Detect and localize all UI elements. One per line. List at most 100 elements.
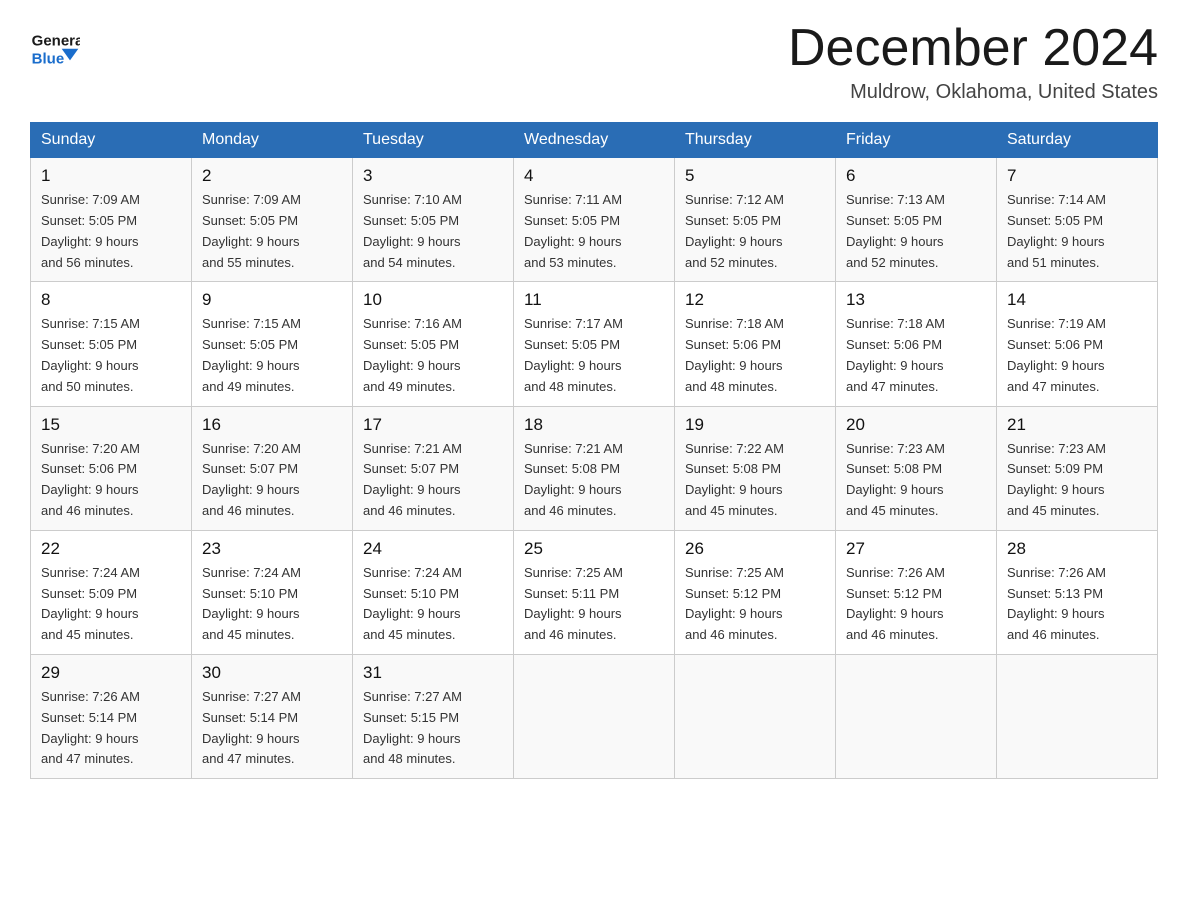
day-number: 23 (202, 539, 342, 559)
day-number: 22 (41, 539, 181, 559)
weekday-header-saturday: Saturday (997, 123, 1158, 158)
day-info: Sunrise: 7:15 AM Sunset: 5:05 PM Dayligh… (41, 314, 181, 397)
day-info: Sunrise: 7:23 AM Sunset: 5:08 PM Dayligh… (846, 439, 986, 522)
day-number: 17 (363, 415, 503, 435)
calendar-cell: 16 Sunrise: 7:20 AM Sunset: 5:07 PM Dayl… (192, 406, 353, 530)
calendar-cell: 9 Sunrise: 7:15 AM Sunset: 5:05 PM Dayli… (192, 282, 353, 406)
calendar-cell: 6 Sunrise: 7:13 AM Sunset: 5:05 PM Dayli… (836, 158, 997, 282)
calendar-table: SundayMondayTuesdayWednesdayThursdayFrid… (30, 122, 1158, 779)
day-info: Sunrise: 7:11 AM Sunset: 5:05 PM Dayligh… (524, 190, 664, 273)
calendar-title: December 2024 (788, 20, 1158, 77)
svg-text:General: General (32, 32, 80, 49)
day-number: 11 (524, 290, 664, 310)
day-info: Sunrise: 7:09 AM Sunset: 5:05 PM Dayligh… (41, 190, 181, 273)
calendar-cell: 21 Sunrise: 7:23 AM Sunset: 5:09 PM Dayl… (997, 406, 1158, 530)
calendar-cell: 2 Sunrise: 7:09 AM Sunset: 5:05 PM Dayli… (192, 158, 353, 282)
calendar-cell: 18 Sunrise: 7:21 AM Sunset: 5:08 PM Dayl… (514, 406, 675, 530)
day-info: Sunrise: 7:21 AM Sunset: 5:07 PM Dayligh… (363, 439, 503, 522)
calendar-cell: 3 Sunrise: 7:10 AM Sunset: 5:05 PM Dayli… (353, 158, 514, 282)
week-row-5: 29 Sunrise: 7:26 AM Sunset: 5:14 PM Dayl… (31, 654, 1158, 778)
calendar-cell: 25 Sunrise: 7:25 AM Sunset: 5:11 PM Dayl… (514, 530, 675, 654)
weekday-header-monday: Monday (192, 123, 353, 158)
calendar-cell: 1 Sunrise: 7:09 AM Sunset: 5:05 PM Dayli… (31, 158, 192, 282)
day-number: 1 (41, 166, 181, 186)
calendar-cell: 24 Sunrise: 7:24 AM Sunset: 5:10 PM Dayl… (353, 530, 514, 654)
day-number: 25 (524, 539, 664, 559)
day-number: 5 (685, 166, 825, 186)
day-number: 15 (41, 415, 181, 435)
day-number: 12 (685, 290, 825, 310)
day-info: Sunrise: 7:21 AM Sunset: 5:08 PM Dayligh… (524, 439, 664, 522)
day-number: 7 (1007, 166, 1147, 186)
calendar-cell: 13 Sunrise: 7:18 AM Sunset: 5:06 PM Dayl… (836, 282, 997, 406)
day-number: 26 (685, 539, 825, 559)
day-info: Sunrise: 7:18 AM Sunset: 5:06 PM Dayligh… (846, 314, 986, 397)
weekday-header-wednesday: Wednesday (514, 123, 675, 158)
day-info: Sunrise: 7:25 AM Sunset: 5:12 PM Dayligh… (685, 563, 825, 646)
weekday-header-thursday: Thursday (675, 123, 836, 158)
day-info: Sunrise: 7:19 AM Sunset: 5:06 PM Dayligh… (1007, 314, 1147, 397)
title-section: December 2024 Muldrow, Oklahoma, United … (788, 20, 1158, 104)
day-number: 18 (524, 415, 664, 435)
day-info: Sunrise: 7:13 AM Sunset: 5:05 PM Dayligh… (846, 190, 986, 273)
day-info: Sunrise: 7:26 AM Sunset: 5:14 PM Dayligh… (41, 687, 181, 770)
calendar-cell: 7 Sunrise: 7:14 AM Sunset: 5:05 PM Dayli… (997, 158, 1158, 282)
calendar-cell: 29 Sunrise: 7:26 AM Sunset: 5:14 PM Dayl… (31, 654, 192, 778)
calendar-cell: 15 Sunrise: 7:20 AM Sunset: 5:06 PM Dayl… (31, 406, 192, 530)
weekday-header-row: SundayMondayTuesdayWednesdayThursdayFrid… (31, 123, 1158, 158)
calendar-cell: 12 Sunrise: 7:18 AM Sunset: 5:06 PM Dayl… (675, 282, 836, 406)
day-info: Sunrise: 7:16 AM Sunset: 5:05 PM Dayligh… (363, 314, 503, 397)
weekday-header-sunday: Sunday (31, 123, 192, 158)
page-header: General Blue December 2024 Muldrow, Okla… (30, 20, 1158, 104)
day-number: 30 (202, 663, 342, 683)
day-info: Sunrise: 7:24 AM Sunset: 5:10 PM Dayligh… (202, 563, 342, 646)
calendar-cell: 20 Sunrise: 7:23 AM Sunset: 5:08 PM Dayl… (836, 406, 997, 530)
day-number: 10 (363, 290, 503, 310)
week-row-2: 8 Sunrise: 7:15 AM Sunset: 5:05 PM Dayli… (31, 282, 1158, 406)
day-number: 24 (363, 539, 503, 559)
day-number: 16 (202, 415, 342, 435)
calendar-cell: 30 Sunrise: 7:27 AM Sunset: 5:14 PM Dayl… (192, 654, 353, 778)
day-number: 3 (363, 166, 503, 186)
day-info: Sunrise: 7:24 AM Sunset: 5:10 PM Dayligh… (363, 563, 503, 646)
day-number: 2 (202, 166, 342, 186)
day-info: Sunrise: 7:20 AM Sunset: 5:06 PM Dayligh… (41, 439, 181, 522)
day-number: 21 (1007, 415, 1147, 435)
calendar-cell: 23 Sunrise: 7:24 AM Sunset: 5:10 PM Dayl… (192, 530, 353, 654)
day-info: Sunrise: 7:09 AM Sunset: 5:05 PM Dayligh… (202, 190, 342, 273)
calendar-cell: 27 Sunrise: 7:26 AM Sunset: 5:12 PM Dayl… (836, 530, 997, 654)
day-number: 19 (685, 415, 825, 435)
calendar-cell (997, 654, 1158, 778)
weekday-header-friday: Friday (836, 123, 997, 158)
week-row-1: 1 Sunrise: 7:09 AM Sunset: 5:05 PM Dayli… (31, 158, 1158, 282)
svg-text:Blue: Blue (32, 51, 65, 68)
day-info: Sunrise: 7:12 AM Sunset: 5:05 PM Dayligh… (685, 190, 825, 273)
calendar-cell: 5 Sunrise: 7:12 AM Sunset: 5:05 PM Dayli… (675, 158, 836, 282)
calendar-cell: 26 Sunrise: 7:25 AM Sunset: 5:12 PM Dayl… (675, 530, 836, 654)
calendar-cell (836, 654, 997, 778)
day-info: Sunrise: 7:10 AM Sunset: 5:05 PM Dayligh… (363, 190, 503, 273)
week-row-3: 15 Sunrise: 7:20 AM Sunset: 5:06 PM Dayl… (31, 406, 1158, 530)
day-number: 27 (846, 539, 986, 559)
calendar-cell: 14 Sunrise: 7:19 AM Sunset: 5:06 PM Dayl… (997, 282, 1158, 406)
day-info: Sunrise: 7:22 AM Sunset: 5:08 PM Dayligh… (685, 439, 825, 522)
calendar-cell: 8 Sunrise: 7:15 AM Sunset: 5:05 PM Dayli… (31, 282, 192, 406)
day-number: 9 (202, 290, 342, 310)
calendar-cell: 19 Sunrise: 7:22 AM Sunset: 5:08 PM Dayl… (675, 406, 836, 530)
calendar-subtitle: Muldrow, Oklahoma, United States (788, 81, 1158, 104)
day-info: Sunrise: 7:26 AM Sunset: 5:12 PM Dayligh… (846, 563, 986, 646)
calendar-cell: 22 Sunrise: 7:24 AM Sunset: 5:09 PM Dayl… (31, 530, 192, 654)
day-number: 13 (846, 290, 986, 310)
day-number: 8 (41, 290, 181, 310)
calendar-cell: 17 Sunrise: 7:21 AM Sunset: 5:07 PM Dayl… (353, 406, 514, 530)
logo: General Blue (30, 20, 84, 70)
logo-icon: General Blue (30, 20, 80, 70)
day-number: 29 (41, 663, 181, 683)
week-row-4: 22 Sunrise: 7:24 AM Sunset: 5:09 PM Dayl… (31, 530, 1158, 654)
day-info: Sunrise: 7:14 AM Sunset: 5:05 PM Dayligh… (1007, 190, 1147, 273)
calendar-cell (675, 654, 836, 778)
day-info: Sunrise: 7:27 AM Sunset: 5:14 PM Dayligh… (202, 687, 342, 770)
day-info: Sunrise: 7:23 AM Sunset: 5:09 PM Dayligh… (1007, 439, 1147, 522)
day-info: Sunrise: 7:20 AM Sunset: 5:07 PM Dayligh… (202, 439, 342, 522)
day-number: 31 (363, 663, 503, 683)
